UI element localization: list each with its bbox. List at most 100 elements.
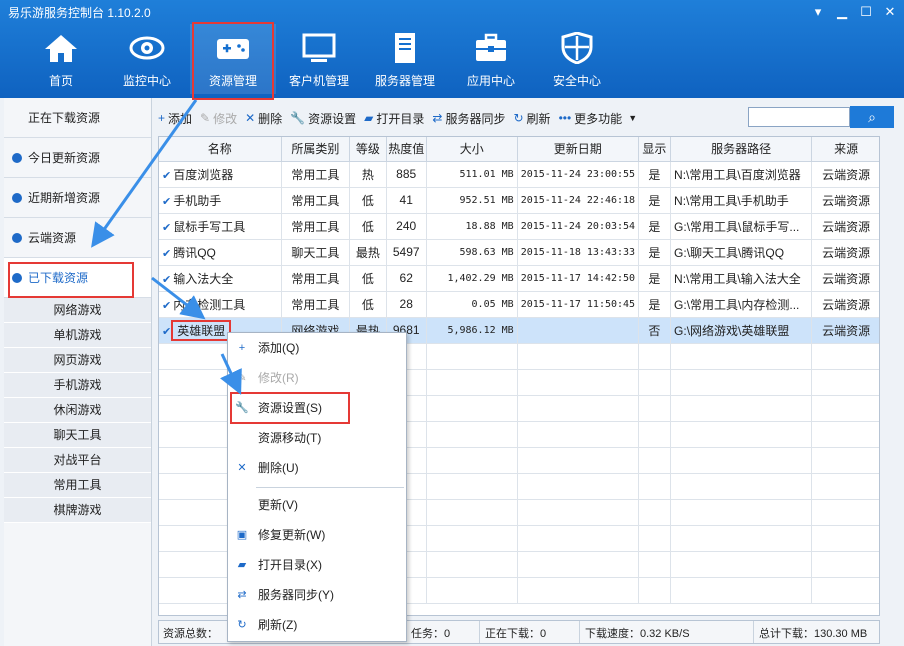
table-header: 名称 所属类别 等级 热度值 大小 更新日期 显示 服务器路径 来源	[159, 137, 879, 162]
shield-icon	[534, 31, 620, 72]
bullet-icon	[12, 152, 22, 163]
check-icon: ✔	[162, 273, 172, 286]
menu-separator	[256, 487, 404, 488]
close-icon[interactable]: ✕	[882, 4, 898, 20]
column-header[interactable]: 服务器路径	[670, 137, 813, 162]
nav-app-center[interactable]: 应用中心	[448, 24, 534, 94]
bullet-icon	[12, 192, 22, 203]
status-speed: 下载速度：0.32 KB/S	[585, 628, 690, 640]
nav-security-center[interactable]: 安全中心	[534, 24, 620, 94]
menu-item-edit[interactable]: ✎ 修改(R)	[228, 365, 406, 391]
column-header[interactable]: 显示	[638, 137, 672, 162]
menu-item-resource-move[interactable]: 资源移动(T)	[228, 425, 406, 451]
sidebar-subitem[interactable]: 聊天工具	[4, 423, 151, 448]
refresh-icon: ↻	[237, 619, 247, 631]
eye-icon	[104, 32, 190, 72]
nav-resource-management[interactable]: 资源管理	[190, 22, 276, 100]
sidebar-subitem[interactable]: 网络游戏	[4, 298, 151, 323]
wrench-icon: 🔧	[235, 402, 249, 414]
main-nav: 首页 监控中心 资源管理 客户机管理 服务器管理 应用中心 安全中心	[18, 22, 620, 100]
column-header[interactable]: 更新日期	[517, 137, 639, 162]
sidebar-item-downloading[interactable]: 正在下载资源	[4, 98, 151, 138]
pencil-icon: ✎	[237, 372, 247, 384]
search-icon: ⌕	[868, 109, 876, 125]
context-menu: + 添加(Q) ✎ 修改(R) 🔧 资源设置(S) 资源移动(T) ✕ 删除(U) 更新…	[227, 332, 407, 642]
add-button[interactable]: + 添加	[158, 110, 192, 127]
column-header[interactable]: 来源	[811, 137, 879, 162]
app-title: 易乐游服务控制台 1.10.2.0	[8, 6, 151, 20]
table-row[interactable]: ✔ 腾讯QQ 聊天工具 最热 5497 598.63 MB 2015-11-18 …	[159, 239, 879, 266]
monitor-icon	[276, 32, 362, 72]
maximize-icon[interactable]: ☐	[858, 4, 874, 20]
sidebar-item-today-updated[interactable]: 今日更新资源	[4, 138, 151, 178]
sidebar-subitem[interactable]: 单机游戏	[4, 323, 151, 348]
nav-home[interactable]: 首页	[18, 24, 104, 94]
sidebar-subitem[interactable]: 棋牌游戏	[4, 498, 151, 523]
sidebar: 正在下载资源 今日更新资源 近期新增资源 云端资源 已下载资源 网络游戏 单机游…	[4, 98, 152, 646]
server-icon	[362, 32, 448, 72]
chevron-down-icon: ▼	[628, 113, 638, 123]
sidebar-subitem[interactable]: 手机游戏	[4, 373, 151, 398]
column-header[interactable]: 名称	[159, 137, 282, 162]
sidebar-subitem[interactable]: 休闲游戏	[4, 398, 151, 423]
sidebar-item-recently-added[interactable]: 近期新增资源	[4, 178, 151, 218]
folder-icon: ▰	[364, 111, 374, 125]
column-header[interactable]: 所属类别	[281, 137, 351, 162]
plus-icon: +	[158, 111, 166, 125]
refresh-button[interactable]: ↻ 刷新	[513, 110, 550, 127]
menu-item-update[interactable]: 更新(V)	[228, 492, 406, 518]
nav-client-management[interactable]: 客户机管理	[276, 24, 362, 94]
server-sync-button[interactable]: ⇄ 服务器同步	[432, 110, 505, 127]
search-input[interactable]	[748, 107, 850, 127]
menu-item-repair-update[interactable]: ▣ 修复更新(W)	[228, 522, 406, 548]
column-header[interactable]: 热度值	[386, 137, 427, 162]
pencil-icon: ✎	[200, 111, 211, 125]
nav-server-management[interactable]: 服务器管理	[362, 24, 448, 94]
minimize-icon[interactable]: ▁	[834, 4, 850, 20]
more-functions-button[interactable]: ••• 更多功能 ▼	[559, 110, 638, 127]
menu-item-server-sync[interactable]: ⇄ 服务器同步(Y)	[228, 582, 406, 608]
wrench-icon: 🔧	[290, 111, 306, 125]
status-total: 资源总数：	[163, 628, 218, 640]
nav-monitor-center[interactable]: 监控中心	[104, 24, 190, 94]
menu-item-add[interactable]: + 添加(Q)	[228, 335, 406, 361]
menu-item-refresh[interactable]: ↻ 刷新(Z)	[228, 612, 406, 638]
check-icon: ✔	[162, 221, 172, 234]
menu-item-open-directory[interactable]: ▰ 打开目录(X)	[228, 552, 406, 578]
menu-item-resource-settings[interactable]: 🔧 资源设置(S)	[228, 392, 406, 424]
table-row[interactable]: ✔ 百度浏览器 常用工具 热 885 511.01 MB 2015-11-24 2…	[159, 161, 879, 188]
sidebar-item-cloud[interactable]: 云端资源	[4, 218, 151, 258]
menu-item-delete[interactable]: ✕ 删除(U)	[228, 455, 406, 481]
check-icon: ✔	[162, 169, 172, 182]
sidebar-item-downloaded[interactable]: 已下载资源	[4, 258, 151, 298]
sync-icon: ⇄	[432, 111, 443, 125]
toolbar: + 添加 ✎ 修改 ✕ 删除 🔧 资源设置 ▰ 打开目录 ⇄ 服务器同步 ↻ 刷新 ••• 更多…	[158, 106, 645, 130]
x-icon: ✕	[237, 462, 247, 474]
table-row[interactable]: ✔ 鼠标手写工具 常用工具 低 240 18.88 MB 2015-11-24 2…	[159, 213, 879, 240]
table-row[interactable]: ✔ 内存检测工具 常用工具 低 28 0.05 MB 2015-11-17 11:…	[159, 291, 879, 318]
plus-icon: +	[238, 342, 246, 354]
delete-button[interactable]: ✕ 删除	[245, 110, 282, 127]
menu-icon[interactable]: ▾	[810, 4, 826, 20]
check-icon: ✔	[162, 195, 172, 208]
status-downloading: 正在下载：0	[485, 628, 547, 640]
bullet-icon	[12, 272, 22, 283]
column-header[interactable]: 等级	[349, 137, 387, 162]
column-header[interactable]: 大小	[426, 137, 518, 162]
table-row[interactable]: ✔ 输入法大全 常用工具 低 62 1,402.29 MB 2015-11-17 …	[159, 265, 879, 292]
window-controls: ▾ ▁ ☐ ✕	[810, 4, 898, 20]
gamepad-icon	[190, 32, 276, 72]
sidebar-subitem[interactable]: 对战平台	[4, 448, 151, 473]
table-row[interactable]: ✔ 手机助手 常用工具 低 41 952.51 MB 2015-11-24 22:…	[159, 187, 879, 214]
repair-icon: ▣	[236, 529, 248, 541]
resource-settings-button[interactable]: 🔧 资源设置	[290, 110, 356, 127]
open-directory-button[interactable]: ▰ 打开目录	[364, 110, 424, 127]
edit-button[interactable]: ✎ 修改	[200, 110, 237, 127]
folder-icon: ▰	[237, 559, 247, 571]
check-icon: ✔	[162, 247, 172, 260]
sidebar-subitem[interactable]: 网页游戏	[4, 348, 151, 373]
sidebar-subitem[interactable]: 常用工具	[4, 473, 151, 498]
search-button[interactable]: ⌕	[850, 106, 894, 128]
bullet-icon	[12, 232, 22, 243]
refresh-icon: ↻	[513, 111, 524, 125]
